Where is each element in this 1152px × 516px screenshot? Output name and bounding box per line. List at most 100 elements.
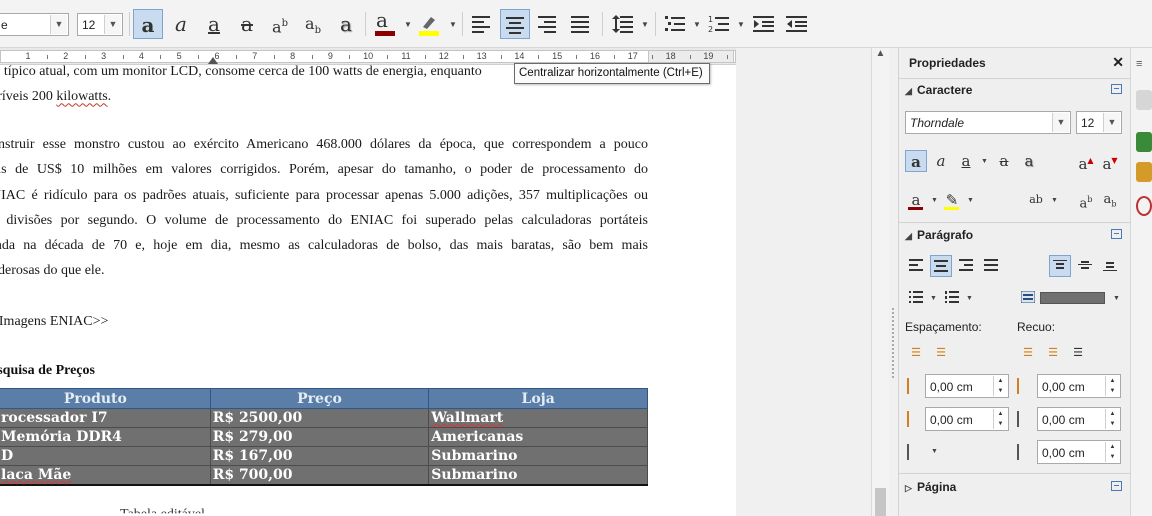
strikethrough-icon[interactable]: a [993,150,1015,172]
chevron-down-icon[interactable]: ▼ [1052,113,1069,132]
chevron-down-icon[interactable]: ▼ [930,295,937,302]
section-paragrafo[interactable]: ◢ Parágrafo [905,228,973,242]
align-bottom-icon[interactable] [1099,255,1121,277]
table-cell[interactable]: R$ 167,00 [209,446,430,466]
chevron-down-icon[interactable]: ▼ [404,20,412,29]
chevron-down-icon[interactable]: ▼ [1113,295,1120,302]
increase-indent-icon[interactable] [748,9,778,39]
background-color-swatch[interactable] [1040,292,1105,304]
properties-wrench-icon[interactable] [1136,90,1152,110]
align-center-icon[interactable] [500,9,530,39]
superscript-icon[interactable]: ab [265,9,295,39]
indent-before-field[interactable]: 0,00 cm ▲ ▼ [1037,374,1121,398]
table-cell[interactable]: rocessador I7 [0,408,211,428]
spacing-above-field[interactable]: 0,00 cm ▲ ▼ [925,374,1009,398]
underline-icon[interactable]: a [199,9,229,39]
bullet-list-icon[interactable] [905,287,927,309]
chevron-down-icon[interactable]: ▼ [981,158,988,165]
align-left-icon[interactable] [467,9,497,39]
line-spacing-icon[interactable] [907,444,923,460]
bullet-list-icon[interactable] [660,9,690,39]
numbered-list-icon[interactable]: 12 [703,9,733,39]
bold-icon[interactable]: a [905,150,927,172]
table-cell[interactable]: Submarino [428,446,648,466]
column-header-produto[interactable]: Produto [0,388,211,409]
table-cell[interactable]: Wallmart [428,408,648,428]
table-cell[interactable]: Submarino [428,465,648,486]
align-center-icon[interactable] [930,255,952,277]
chevron-down-icon[interactable]: ▼ [737,20,745,29]
section-pagina[interactable]: ▷ Página [905,480,956,494]
shadow-icon[interactable]: a [1018,150,1040,172]
superscript-icon[interactable]: ab [1075,189,1097,211]
chevron-down-icon[interactable]: ▼ [693,20,701,29]
chevron-down-icon[interactable]: ▼ [641,20,649,29]
hanging-indent-icon[interactable]: ☰ [1067,342,1089,364]
font-name-combo[interactable]: e ▼ [0,13,69,36]
font-color-icon[interactable]: a [905,189,927,211]
scroll-thumb[interactable] [875,488,886,516]
strikethrough-icon[interactable]: a [232,9,262,39]
styles-icon[interactable] [1136,132,1152,152]
first-line-indent-field[interactable]: 0,00 cm ▲ ▼ [1037,440,1121,464]
table-cell[interactable]: R$ 700,00 [209,465,430,486]
spacing-below-field[interactable]: 0,00 cm ▲ ▼ [925,407,1009,431]
sidebar-font-name[interactable]: Thorndale ▼ [905,111,1071,134]
italic-icon[interactable]: a [166,9,196,39]
shrink-font-icon[interactable]: a▼ [1099,150,1121,173]
vertical-scrollbar[interactable]: ▲ [871,48,889,516]
scroll-up-icon[interactable]: ▲ [872,48,889,62]
table-cell[interactable]: R$ 279,00 [209,427,430,447]
more-options-icon[interactable] [1111,481,1122,491]
justify-icon[interactable] [566,9,596,39]
chevron-down-icon[interactable]: ▼ [967,197,974,204]
chevron-down-icon[interactable]: ▼ [931,197,938,204]
indent-after-field[interactable]: 0,00 cm ▲ ▼ [1037,407,1121,431]
table-cell[interactable]: D [0,446,211,466]
highlight-icon[interactable]: ✎ [941,189,963,211]
column-header-loja[interactable]: Loja [428,388,648,409]
bold-icon[interactable]: a [133,9,163,39]
subscript-icon[interactable]: ab [1099,189,1121,211]
align-middle-icon[interactable] [1074,255,1096,277]
more-options-icon[interactable] [1111,229,1122,239]
more-options-icon[interactable] [1111,84,1122,94]
section-caractere[interactable]: ◢ Caractere [905,83,972,97]
column-header-preco[interactable]: Preço [209,388,430,409]
prices-table[interactable]: Produto Preço Loja rocessador I7 R$ 2500… [0,388,648,486]
decrease-spacing-icon[interactable]: ☰ [930,342,952,364]
align-right-icon[interactable] [955,255,977,277]
chevron-down-icon[interactable]: ▼ [1103,113,1120,132]
font-color-icon[interactable]: a [370,8,400,39]
increase-indent-icon[interactable]: ☰ [1017,342,1039,364]
line-spacing-icon[interactable] [607,9,637,39]
align-left-icon[interactable] [905,255,927,277]
navigator-icon[interactable] [1136,196,1152,216]
sidebar-font-size[interactable]: 12 ▼ [1076,111,1122,134]
table-cell[interactable]: Americanas [428,427,648,447]
chevron-down-icon[interactable]: ▼ [1051,197,1058,204]
align-right-icon[interactable] [533,9,563,39]
grow-font-icon[interactable]: a▲ [1075,150,1097,173]
highlight-icon[interactable] [414,9,444,39]
character-spacing-icon[interactable]: ab [1025,189,1047,211]
document-page[interactable]: C típico atual, com um monitor LCD, cons… [0,65,736,516]
gallery-icon[interactable] [1136,162,1152,182]
chevron-down-icon[interactable]: ▼ [449,20,457,29]
font-size-combo[interactable]: 12 ▼ [77,13,123,36]
chevron-down-icon[interactable]: ▼ [966,295,973,302]
justify-icon[interactable] [980,255,1002,277]
chevron-down-icon[interactable]: ▼ [931,448,938,455]
indent-marker-icon[interactable] [208,57,218,64]
paragraph-background-icon[interactable] [1017,287,1039,309]
align-top-icon[interactable] [1049,255,1071,277]
sidebar-splitter[interactable] [889,48,898,516]
increase-spacing-icon[interactable]: ☰ [905,342,927,364]
decrease-indent-icon[interactable]: ☰ [1042,342,1064,364]
shadow-icon[interactable]: a [331,9,361,39]
italic-icon[interactable]: a [930,150,952,172]
numbered-list-icon[interactable] [941,287,963,309]
decrease-indent-icon[interactable] [781,9,811,39]
chevron-down-icon[interactable]: ▼ [50,15,67,34]
chevron-down-icon[interactable]: ▼ [104,15,121,34]
